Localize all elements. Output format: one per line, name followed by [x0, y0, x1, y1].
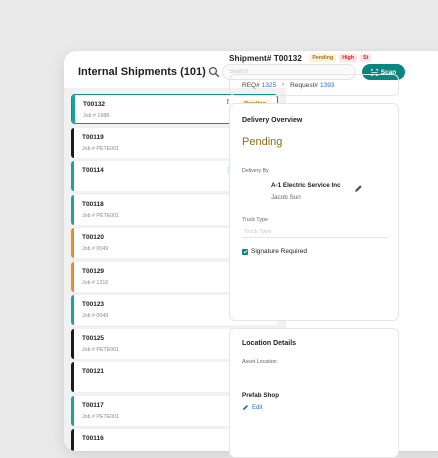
shipment-id: T00120 — [82, 234, 105, 241]
location-details-title: Location Details — [242, 340, 297, 347]
request-label: Request# — [290, 81, 318, 89]
shipment-id: T00119 — [82, 133, 104, 141]
shipment-id: T00125 — [82, 334, 105, 342]
shipment-id: T00129 — [82, 267, 105, 275]
status-color-bar — [71, 429, 74, 451]
shipment-job: Job # 0049 — [82, 246, 109, 252]
shipment-id: T00117 — [82, 401, 104, 409]
detail-badge: Pending — [309, 53, 337, 62]
status-color-bar — [71, 328, 74, 359]
shipment-job: Job # PETE001 — [82, 212, 120, 219]
status-color-bar — [71, 127, 74, 158]
shipment-id: T00114 — [82, 167, 104, 174]
shipment-id: T00132 — [83, 101, 106, 108]
asset-location-value: Prefab Shop — [242, 392, 280, 399]
detail-badge: High — [339, 53, 357, 62]
status-color-bar — [72, 95, 75, 123]
shipment-id: T00121 — [82, 368, 105, 375]
shipment-job: Job # PETE001 — [82, 346, 120, 353]
search-icon[interactable] — [208, 66, 220, 78]
chevron-right-icon: › — [282, 82, 285, 88]
delivery-company: A-1 Electric Service Inc — [271, 182, 341, 189]
alert-icon: ! — [226, 99, 229, 106]
location-details-panel: Location Details Asset Location Prefab S… — [229, 328, 399, 458]
shipment-detail-title: Shipment# T00132 — [229, 52, 302, 63]
request-references: REQ# 1325 › Request# 1393 — [229, 74, 399, 96]
delivery-status: Pending — [242, 136, 283, 148]
status-color-bar — [71, 194, 74, 225]
req-label: REQ# — [242, 81, 260, 89]
checkbox-checked-icon — [242, 248, 248, 255]
status-color-bar — [71, 295, 74, 325]
page-title: Internal Shipments (101) — [78, 66, 206, 78]
truck-type-label: Truck Type — [242, 217, 268, 223]
signature-required-label: Signature Required — [251, 248, 308, 255]
status-color-bar — [71, 228, 74, 258]
status-color-bar — [71, 395, 74, 426]
delivery-overview-title: Delivery Overview — [242, 117, 303, 124]
shipment-detail-header: Shipment# T00132 Pending High St — [229, 49, 372, 67]
asset-location-label: Asset Location — [242, 359, 277, 365]
request-number-link[interactable]: 1393 — [320, 82, 334, 89]
shipment-id: T00116 — [82, 435, 104, 442]
status-color-bar — [71, 261, 74, 292]
delivery-overview-panel: Delivery Overview Pending Delivery By A-… — [229, 103, 399, 321]
truck-type-input[interactable] — [242, 226, 388, 238]
shipment-job: Job # 1316 — [82, 279, 109, 286]
edit-pencil-icon[interactable] — [354, 184, 363, 193]
shipment-job: Job # 0049 — [82, 313, 109, 319]
shipment-id: T00123 — [82, 301, 105, 308]
delivery-by-label: Delivery By — [242, 168, 269, 174]
edit-location-link[interactable]: Edit — [242, 404, 262, 411]
edit-pencil-icon — [242, 404, 249, 411]
edit-label: Edit — [252, 404, 263, 411]
status-color-bar — [71, 362, 74, 392]
signature-required-checkbox[interactable]: Signature Required — [242, 248, 307, 255]
shipment-job: Job # 1988 — [83, 113, 110, 119]
shipment-job: Job # PETE001 — [82, 413, 120, 420]
delivery-contact: Jacob Sun — [271, 194, 301, 201]
shipment-id: T00118 — [82, 200, 104, 208]
req-number-link[interactable]: 1325 — [262, 82, 276, 89]
status-color-bar — [71, 161, 74, 191]
shipment-job: Job # PETE001 — [82, 145, 120, 152]
detail-badge: St — [360, 53, 372, 62]
